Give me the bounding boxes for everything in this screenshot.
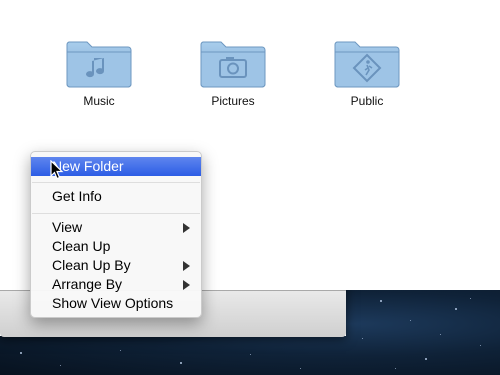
submenu-arrow-icon [183, 280, 190, 290]
menu-item-arrange-by[interactable]: Arrange By [31, 275, 201, 294]
menu-item-label: Clean Up By [52, 257, 131, 273]
menu-item-clean-up-by[interactable]: Clean Up By [31, 256, 201, 275]
music-folder-icon [66, 41, 132, 88]
submenu-arrow-icon [183, 261, 190, 271]
folder-music[interactable]: Music [49, 36, 149, 108]
menu-item-show-view-options[interactable]: Show View Options [31, 294, 201, 313]
menu-item-view[interactable]: View [31, 218, 201, 237]
menu-item-get-info[interactable]: Get Info [31, 187, 201, 206]
pictures-folder-icon [200, 41, 266, 88]
folder-label: Public [350, 94, 384, 108]
public-folder-icon [334, 41, 400, 88]
menu-separator [32, 213, 200, 214]
menu-separator [32, 182, 200, 183]
menu-item-label: Show View Options [52, 295, 174, 311]
menu-item-label: Get Info [52, 188, 102, 204]
submenu-arrow-icon [183, 223, 190, 233]
folder-public[interactable]: Public [317, 36, 417, 108]
menu-item-clean-up[interactable]: Clean Up [31, 237, 201, 256]
folder-label: Music [83, 94, 115, 108]
mouse-pointer-icon [50, 160, 64, 180]
menu-item-label: View [52, 219, 83, 235]
folder-pictures[interactable]: Pictures [183, 36, 283, 108]
folder-label: Pictures [211, 94, 255, 108]
menu-item-label: Clean Up [52, 238, 111, 254]
menu-item-label: Arrange By [52, 276, 123, 292]
